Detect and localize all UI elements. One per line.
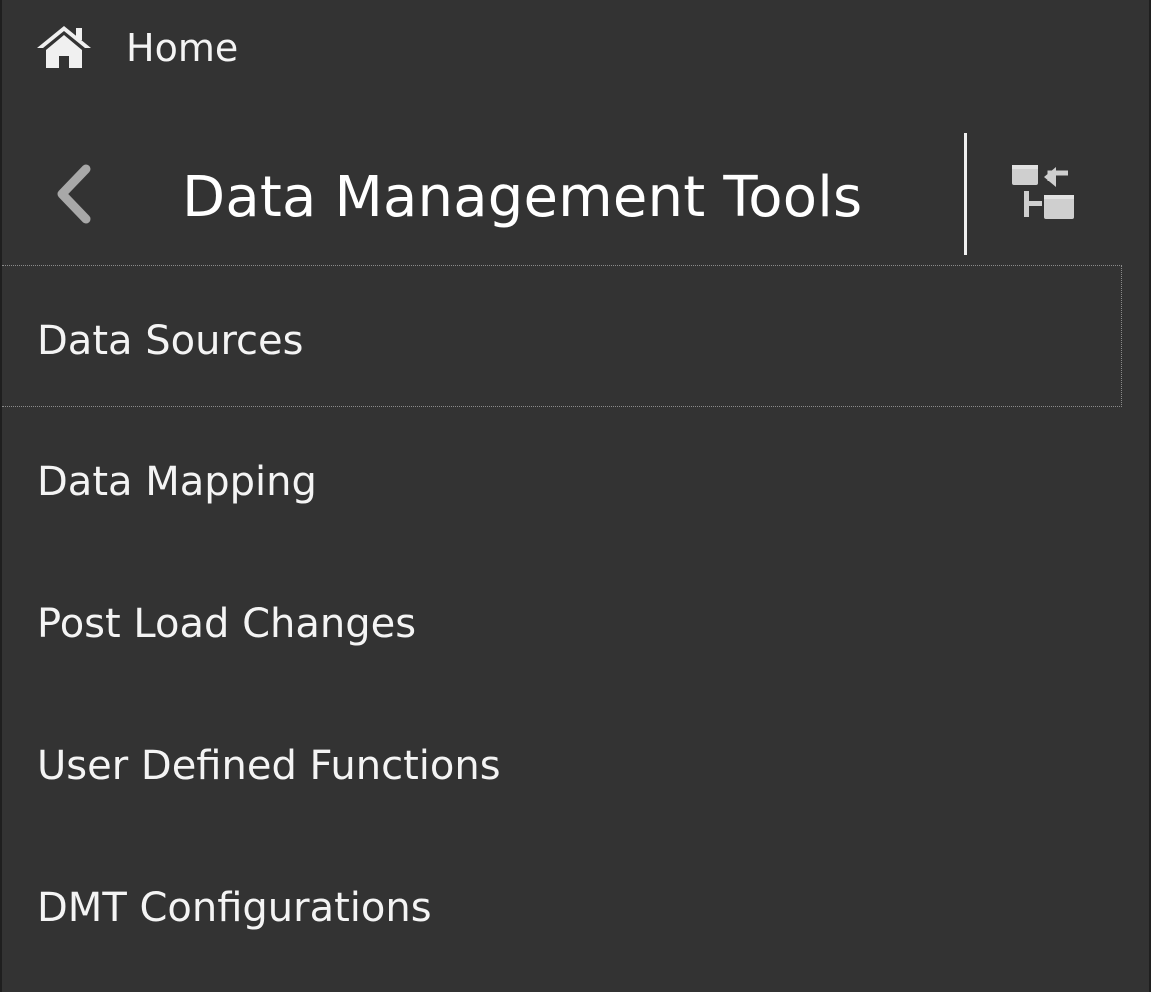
menu-item-user-defined-functions[interactable]: User Defined Functions (2, 691, 1122, 833)
menu-item-data-sources[interactable]: Data Sources (2, 265, 1122, 407)
menu-item-label: Data Sources (37, 318, 304, 364)
menu-item-label: Post Load Changes (37, 601, 417, 647)
home-link[interactable]: Home (2, 0, 1149, 100)
menu-item-data-mapping[interactable]: Data Mapping (2, 407, 1122, 549)
menu-list: Data Sources Data Mapping Post Load Chan… (2, 265, 1122, 975)
navigation-panel: Home Data Management Tools Data Sources … (0, 0, 1151, 992)
menu-item-label: User Defined Functions (37, 743, 501, 789)
header-divider (964, 133, 967, 255)
menu-item-label: DMT Configurations (37, 885, 432, 931)
home-icon (37, 26, 91, 68)
chevron-left-icon[interactable] (46, 163, 102, 225)
menu-item-label: Data Mapping (37, 459, 317, 505)
menu-item-post-load-changes[interactable]: Post Load Changes (2, 549, 1122, 691)
page-title: Data Management Tools (182, 165, 863, 230)
menu-item-dmt-configurations[interactable]: DMT Configurations (2, 833, 1122, 975)
panel-header: Data Management Tools (2, 125, 1149, 265)
home-label: Home (126, 26, 239, 70)
switch-view-icon[interactable] (1010, 163, 1078, 227)
